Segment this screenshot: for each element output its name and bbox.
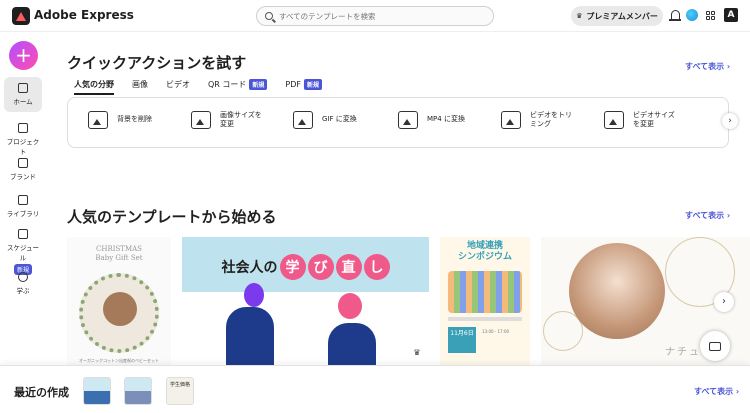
card-illustration-bg	[182, 292, 429, 367]
tab-image[interactable]: 画像	[132, 79, 148, 95]
quick-action-label: ビデオをトリミング	[530, 111, 572, 129]
tab-popular[interactable]: 人気の分野	[74, 79, 114, 95]
thumbnail-text: 学生価格	[169, 382, 190, 388]
recent-creations-bar: 最近の作成 学生価格 すべて表示 ›	[0, 365, 750, 413]
quick-action-resize-video[interactable]: ビデオサイズを変更	[604, 111, 681, 130]
new-badge: 新規	[249, 79, 268, 90]
quick-actions-title: クイックアクションを試す	[67, 54, 247, 72]
folder-icon	[18, 123, 28, 133]
crowd-illustration	[448, 271, 522, 313]
card-title: CHRISTMAS Baby Gift Set	[95, 245, 143, 263]
sidebar-item-label: ブランド	[10, 173, 36, 181]
quick-action-label: 背景を削除	[117, 115, 152, 124]
lightbulb-icon	[18, 272, 28, 282]
template-card-reskilling[interactable]: 社会人の 学 び 直 し	[182, 237, 429, 367]
chat-icon	[709, 341, 721, 351]
quick-actions-panel: 背景を削除 画像サイズを変更 GIF に変換 MP4 に変換 ビデオをトリミング…	[67, 97, 729, 148]
search-icon	[265, 12, 273, 20]
sidebar-item-label: スケジュール	[6, 244, 40, 262]
quick-action-remove-background[interactable]: 背景を削除	[88, 111, 165, 129]
adobe-express-logo[interactable]	[12, 7, 30, 25]
chat-button[interactable]	[700, 331, 730, 361]
quick-action-convert-mp4[interactable]: MP4 に変換	[398, 111, 475, 129]
image-icon	[88, 111, 108, 129]
recent-thumbnail[interactable]: 学生価格	[166, 377, 194, 405]
logo-mark-icon	[16, 11, 26, 21]
quick-actions-tabs: 人気の分野 画像 ビデオ QR コード 新規 PDF 新規	[74, 79, 323, 95]
search-bar[interactable]	[256, 6, 494, 26]
apps-grid-icon[interactable]	[706, 11, 715, 20]
recent-see-all-link[interactable]: すべて表示 ›	[694, 386, 739, 397]
new-badge: 新規	[304, 79, 323, 90]
sidebar-item-home[interactable]: ホーム	[4, 77, 42, 112]
event-date: 11月6日	[448, 327, 476, 353]
library-icon	[18, 195, 28, 205]
tab-qr-code[interactable]: QR コード 新規	[208, 79, 268, 95]
quick-action-label: GIF に変換	[322, 115, 357, 124]
person-illustration	[328, 323, 376, 367]
portrait-photo	[569, 243, 665, 339]
templates-see-all-link[interactable]: すべて表示 ›	[685, 210, 730, 221]
quick-action-trim-video[interactable]: ビデオをトリミング	[501, 111, 578, 130]
sidebar-item-label: 学ぶ	[16, 287, 30, 295]
search-input[interactable]	[279, 11, 479, 21]
create-button[interactable]: +	[9, 41, 38, 70]
brand-icon	[18, 158, 28, 168]
templates-title: 人気のテンプレートから始める	[67, 208, 277, 226]
card-caption: オーガニックコットン出産祝のベビーセット	[79, 358, 159, 363]
teddy-bear-image	[103, 292, 137, 326]
person-illustration	[338, 293, 362, 319]
quick-action-label: 画像サイズを変更	[220, 111, 262, 129]
resize-video-icon	[604, 111, 624, 130]
sidebar: + ホーム プロジェクト ブランド ライブラリ スケジュール 新規 学ぶ	[0, 32, 46, 365]
sidebar-item-schedule[interactable]: スケジュール 新規	[4, 229, 42, 275]
crown-icon: ♛	[576, 12, 583, 20]
event-time: 13:00 - 17:00	[482, 329, 510, 334]
avatar[interactable]	[686, 9, 698, 21]
sidebar-item-label: ホーム	[13, 98, 33, 106]
tab-pdf[interactable]: PDF 新規	[285, 79, 323, 95]
adobe-icon[interactable]: A	[724, 8, 738, 22]
sidebar-item-brand[interactable]: ブランド	[4, 158, 42, 181]
card-title: ナチュ	[665, 347, 701, 358]
notification-bell-icon[interactable]	[669, 10, 681, 21]
calendar-icon	[18, 229, 28, 239]
card-title: 地域連携 シンポジウム	[457, 241, 512, 262]
card-title: 社会人の 学 び 直 し	[182, 245, 429, 289]
quick-actions-see-all-link[interactable]: すべて表示 ›	[685, 61, 730, 72]
mp4-icon	[398, 111, 418, 129]
quick-action-label: ビデオサイズを変更	[633, 111, 675, 129]
tab-video[interactable]: ビデオ	[166, 79, 190, 95]
recent-title: 最近の作成	[14, 386, 69, 399]
person-illustration	[244, 283, 264, 307]
top-bar: Adobe Express ♛ プレミアムメンバー A	[0, 0, 750, 32]
recent-thumbnail[interactable]	[83, 377, 111, 405]
premium-crown-icon: ♛	[410, 347, 424, 359]
chevron-right-icon[interactable]: ›	[722, 113, 738, 129]
premium-member-button[interactable]: ♛ プレミアムメンバー	[571, 6, 663, 26]
sidebar-item-projects[interactable]: プロジェクト	[4, 123, 42, 156]
home-icon	[18, 83, 28, 93]
sidebar-item-label: ライブラリ	[6, 210, 40, 218]
sidebar-item-library[interactable]: ライブラリ	[4, 195, 42, 218]
quick-action-label: MP4 に変換	[427, 115, 465, 124]
chevron-right-icon[interactable]: ›	[714, 292, 734, 312]
divider	[448, 317, 522, 321]
resize-image-icon	[191, 111, 211, 130]
template-card-symposium[interactable]: 地域連携 シンポジウム 11月6日 13:00 - 17:00	[440, 237, 530, 367]
sidebar-item-learn[interactable]: 学ぶ	[4, 272, 42, 295]
sidebar-item-label: プロジェクト	[6, 138, 40, 156]
person-illustration	[226, 307, 274, 367]
trim-video-icon	[501, 111, 521, 130]
app-name: Adobe Express	[34, 8, 134, 22]
quick-action-convert-gif[interactable]: GIF に変換	[293, 111, 370, 129]
template-card-baby-gift[interactable]: CHRISTMAS Baby Gift Set オーガニックコットン出産祝のベビ…	[67, 237, 171, 367]
quick-action-resize-image[interactable]: 画像サイズを変更	[191, 111, 268, 130]
premium-label: プレミアムメンバー	[586, 11, 658, 21]
gif-icon	[293, 111, 313, 129]
recent-thumbnail[interactable]	[124, 377, 152, 405]
